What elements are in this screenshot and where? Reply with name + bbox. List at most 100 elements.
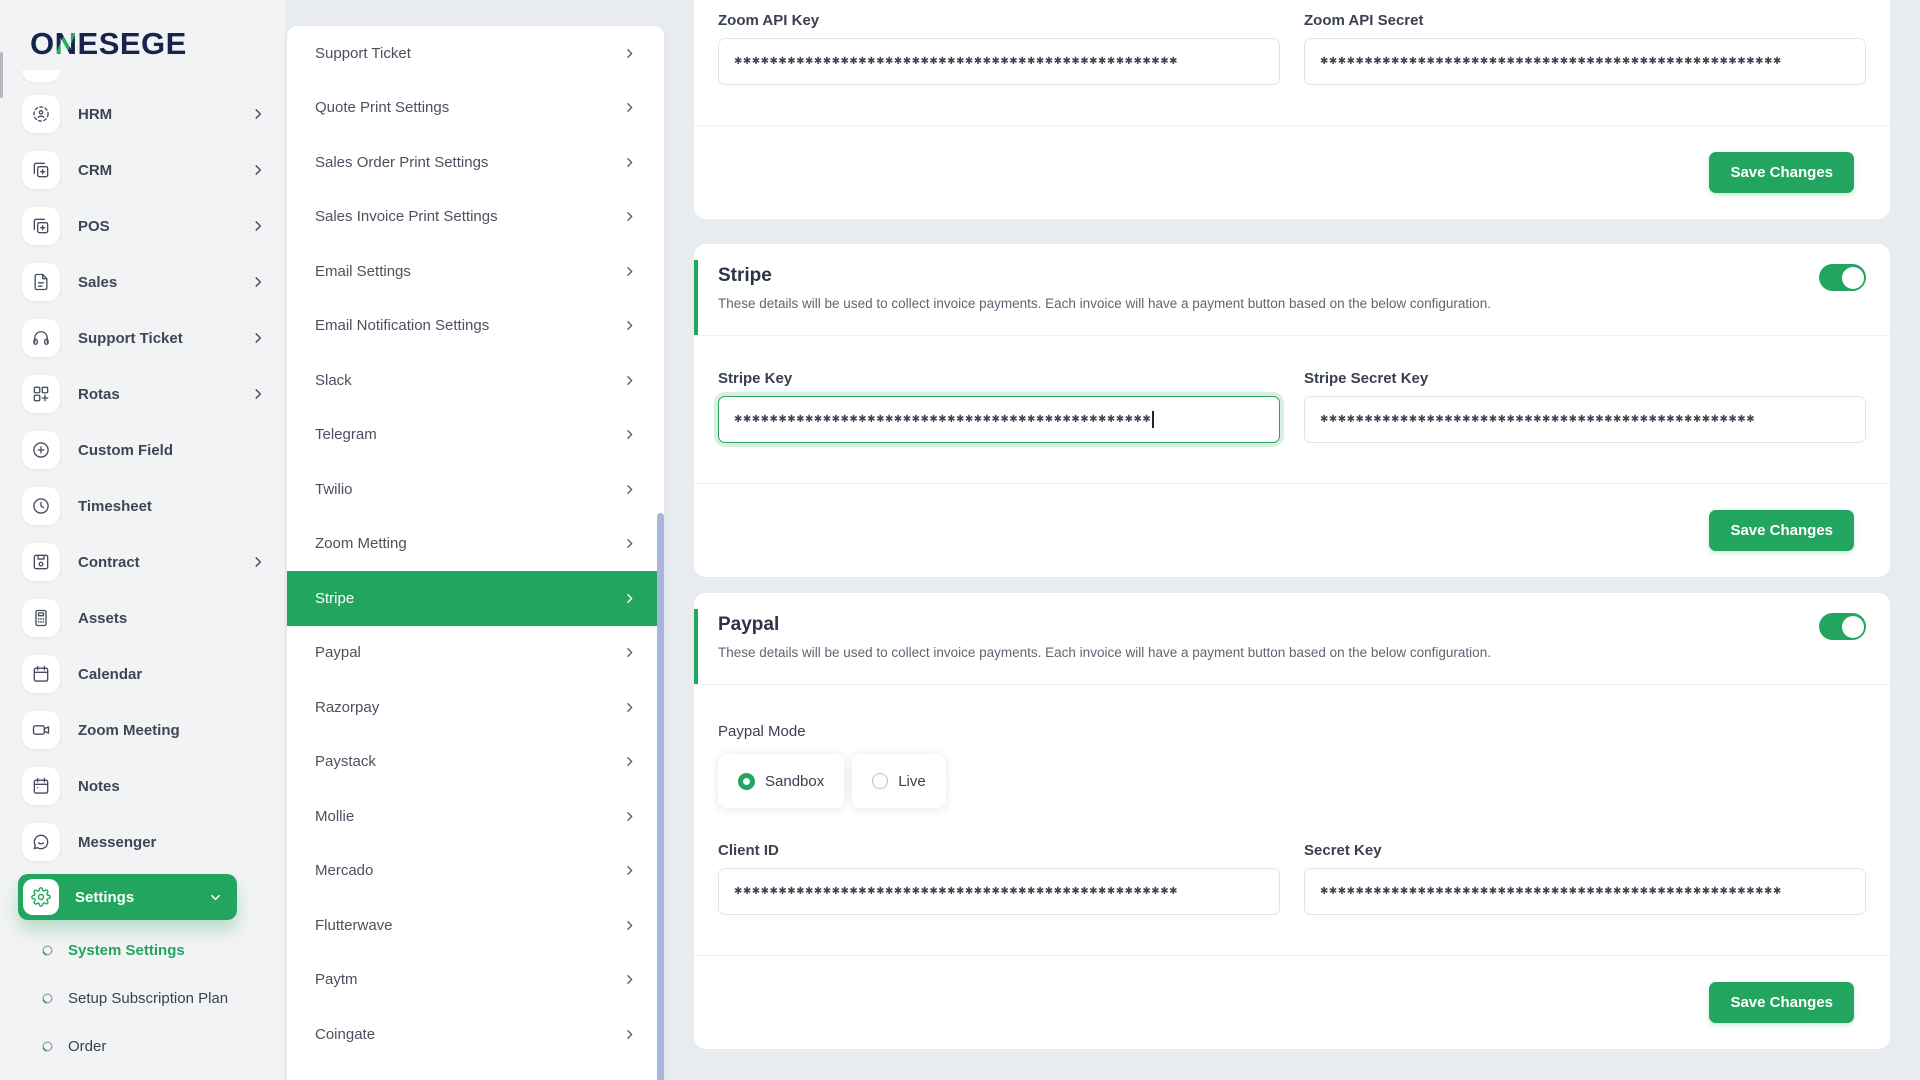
calendar-icon bbox=[22, 655, 60, 693]
sidebar-item-hrm[interactable]: HRM bbox=[0, 86, 285, 142]
stripe-settings-card: Stripe These details will be used to col… bbox=[694, 244, 1890, 577]
menu-item-label: Mollie bbox=[315, 807, 355, 825]
chevron-right-icon bbox=[623, 919, 636, 932]
paypal-settings-card: Paypal These details will be used to col… bbox=[694, 593, 1890, 1049]
radio-unchecked-icon bbox=[872, 773, 889, 789]
stripe-secret-key-input[interactable] bbox=[1304, 396, 1866, 443]
notes-icon bbox=[22, 767, 60, 805]
settings-menu-item-razorpay[interactable]: Razorpay bbox=[287, 680, 664, 735]
paypal-mode-sandbox-option[interactable]: Sandbox bbox=[718, 754, 845, 808]
green-accent-bar bbox=[694, 609, 698, 684]
settings-menu-item-telegram[interactable]: Telegram bbox=[287, 408, 664, 463]
menu-item-label: Sales Invoice Print Settings bbox=[315, 208, 498, 226]
chevron-right-icon bbox=[251, 555, 265, 569]
chevron-right-icon bbox=[623, 374, 636, 387]
chevron-right-icon bbox=[623, 537, 636, 550]
zoom-api-key-field: Zoom API Key bbox=[718, 12, 1280, 85]
chevron-right-icon bbox=[623, 810, 636, 823]
sidebar-subitem-order[interactable]: Order bbox=[0, 1022, 285, 1070]
zoom-api-key-input[interactable] bbox=[718, 38, 1280, 85]
settings-menu-item-coingate[interactable]: Coingate bbox=[287, 1007, 664, 1062]
chevron-down-icon bbox=[208, 890, 223, 905]
settings-menu-item-stripe[interactable]: Stripe bbox=[287, 571, 664, 626]
settings-menu-item-paystack[interactable]: Paystack bbox=[287, 735, 664, 790]
sidebar-subitem-setup-subscription-plan[interactable]: Setup Subscription Plan bbox=[0, 974, 285, 1022]
paypal-enabled-toggle[interactable] bbox=[1819, 613, 1866, 640]
chevron-right-icon bbox=[251, 219, 265, 233]
sidebar-item-notes[interactable]: Notes bbox=[0, 758, 285, 814]
paypal-secret-key-input[interactable] bbox=[1304, 868, 1866, 915]
save-changes-button[interactable]: Save Changes bbox=[1709, 152, 1854, 193]
settings-menu-item-quote-print-settings[interactable]: Quote Print Settings bbox=[287, 81, 664, 136]
stripe-enabled-toggle[interactable] bbox=[1819, 264, 1866, 291]
sidebar-item-support-ticket[interactable]: Support Ticket bbox=[0, 310, 285, 366]
settings-menu-item-mollie[interactable]: Mollie bbox=[287, 789, 664, 844]
sidebar-item-label: POS bbox=[78, 217, 110, 235]
sidebar-item-calendar[interactable]: Calendar bbox=[0, 646, 285, 702]
sidebar-item-contract[interactable]: Contract bbox=[0, 534, 285, 590]
settings-menu-item-paytm[interactable]: Paytm bbox=[287, 953, 664, 1008]
settings-menu-item-zoom-metting[interactable]: Zoom Metting bbox=[287, 517, 664, 572]
chevron-right-icon bbox=[623, 47, 636, 60]
contract-icon bbox=[22, 543, 60, 581]
stripe-key-input[interactable]: ✱✱✱✱✱✱✱✱✱✱✱✱✱✱✱✱✱✱✱✱✱✱✱✱✱✱✱✱✱✱✱✱✱✱✱✱✱✱✱✱… bbox=[718, 396, 1280, 443]
chevron-right-icon bbox=[623, 646, 636, 659]
sidebar-item-rotas[interactable]: Rotas bbox=[0, 366, 285, 422]
sidebar-item-label: Messenger bbox=[78, 833, 157, 851]
save-changes-button[interactable]: Save Changes bbox=[1709, 982, 1854, 1023]
green-accent-bar bbox=[694, 260, 698, 335]
chevron-right-icon bbox=[623, 428, 636, 441]
settings-menu-item-email-notification-settings[interactable]: Email Notification Settings bbox=[287, 299, 664, 354]
stripe-secret-key-field: Stripe Secret Key bbox=[1304, 370, 1866, 443]
sidebar-item-custom-field[interactable]: Custom Field bbox=[0, 422, 285, 478]
field-label: Stripe Key bbox=[718, 370, 793, 387]
scrolled-item-partial bbox=[22, 70, 60, 82]
logo-text: O bbox=[30, 26, 55, 61]
sidebar-item-pos[interactable]: POS bbox=[0, 198, 285, 254]
sidebar-subitem-system-settings[interactable]: System Settings bbox=[0, 926, 285, 974]
chevron-right-icon bbox=[251, 163, 265, 177]
sidebar-item-label: Sales bbox=[78, 273, 118, 291]
zoom-api-secret-input[interactable] bbox=[1304, 38, 1866, 85]
text-caret bbox=[1152, 411, 1154, 428]
sidebar-item-messenger[interactable]: Messenger bbox=[0, 814, 285, 870]
subitem-label: Setup Subscription Plan bbox=[68, 989, 229, 1007]
sidebar-item-settings[interactable]: Settings bbox=[18, 874, 237, 920]
stripe-key-field: Stripe Key ✱✱✱✱✱✱✱✱✱✱✱✱✱✱✱✱✱✱✱✱✱✱✱✱✱✱✱✱✱… bbox=[718, 370, 1280, 443]
chevron-right-icon bbox=[623, 864, 636, 877]
sidebar-item-label: Settings bbox=[75, 888, 135, 906]
primary-nav: HRM CRM POS Sales Support Ticket Rotas C… bbox=[0, 86, 285, 870]
chevron-right-icon bbox=[623, 701, 636, 714]
settings-menu-item-twilio[interactable]: Twilio bbox=[287, 462, 664, 517]
sidebar-item-sales[interactable]: Sales bbox=[0, 254, 285, 310]
messenger-icon bbox=[22, 823, 60, 861]
settings-menu-item-sales-invoice-print-settings[interactable]: Sales Invoice Print Settings bbox=[287, 190, 664, 245]
settings-menu-item-mercado[interactable]: Mercado bbox=[287, 844, 664, 899]
menu-item-label: Flutterwave bbox=[315, 916, 393, 934]
paypal-mode-live-option[interactable]: Live bbox=[852, 754, 946, 808]
masked-value: ✱✱✱✱✱✱✱✱✱✱✱✱✱✱✱✱✱✱✱✱✱✱✱✱✱✱✱✱✱✱✱✱✱✱✱✱✱✱✱✱… bbox=[734, 414, 1152, 425]
paypal-client-id-input[interactable] bbox=[718, 868, 1280, 915]
sidebar-item-zoom-meeting[interactable]: Zoom Meeting bbox=[0, 702, 285, 758]
sidebar-item-label: Custom Field bbox=[78, 441, 174, 459]
zoom-meeting-icon bbox=[22, 711, 60, 749]
menu-item-label: Zoom Metting bbox=[315, 535, 407, 553]
panel-scrollbar[interactable] bbox=[657, 513, 664, 1080]
save-changes-button[interactable]: Save Changes bbox=[1709, 510, 1854, 551]
sidebar-item-crm[interactable]: CRM bbox=[0, 142, 285, 198]
support-ticket-icon bbox=[22, 319, 60, 357]
chevron-right-icon bbox=[251, 387, 265, 401]
subitem-label: Order bbox=[68, 1037, 107, 1055]
sidebar-item-assets[interactable]: Assets bbox=[0, 590, 285, 646]
settings-menu-item-paypal[interactable]: Paypal bbox=[287, 626, 664, 681]
settings-menu-item-email-settings[interactable]: Email Settings bbox=[287, 244, 664, 299]
subitem-label: System Settings bbox=[68, 941, 185, 959]
settings-menu-item-support-ticket[interactable]: Support Ticket bbox=[287, 26, 664, 81]
settings-menu-item-skrill[interactable]: Skrill bbox=[287, 1062, 664, 1080]
settings-menu-item-slack[interactable]: Slack bbox=[287, 353, 664, 408]
sidebar-item-timesheet[interactable]: Timesheet bbox=[0, 478, 285, 534]
sidebar-scrollbar[interactable] bbox=[0, 52, 3, 98]
custom-field-icon bbox=[22, 431, 60, 469]
settings-menu-item-flutterwave[interactable]: Flutterwave bbox=[287, 898, 664, 953]
settings-menu-item-sales-order-print-settings[interactable]: Sales Order Print Settings bbox=[287, 135, 664, 190]
